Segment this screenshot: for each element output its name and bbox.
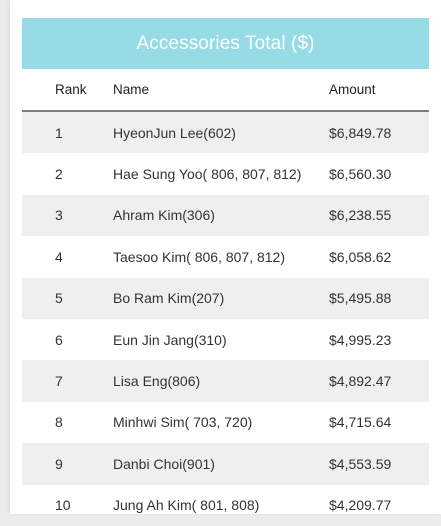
table-row: 10 Jung Ah Kim( 801, 808) $4,209.77 <box>22 485 429 526</box>
column-header-rank: Rank <box>55 82 87 97</box>
table-body: 1 HyeonJun Lee(602) $6,849.78 2 Hae Sung Yoo… <box>22 112 429 526</box>
name-cell: HyeonJun Lee(602) <box>113 124 236 141</box>
rank-cell: 8 <box>55 414 63 431</box>
table-row: 2 Hae Sung Yoo( 806, 807, 812) $6,560.30 <box>22 153 429 194</box>
amount-cell: $5,495.88 <box>329 290 392 307</box>
rank-cell: 6 <box>55 331 63 348</box>
name-cell: Danbi Choi(901) <box>113 455 215 472</box>
rank-cell: 5 <box>55 290 63 307</box>
rank-cell: 1 <box>55 124 63 141</box>
amount-cell: $4,995.23 <box>329 331 392 348</box>
table-title: Accessories Total ($) <box>22 18 429 69</box>
column-header-amount: Amount <box>329 82 376 97</box>
name-cell: Taesoo Kim( 806, 807, 812) <box>113 248 285 265</box>
name-cell: Jung Ah Kim( 801, 808) <box>113 497 260 514</box>
rank-cell: 3 <box>55 207 63 224</box>
table-row: 5 Bo Ram Kim(207) $5,495.88 <box>22 277 429 319</box>
ranking-table: Rank Name Amount 1 HyeonJun Lee(602) $6,84… <box>22 69 429 526</box>
name-cell: Lisa Eng(806) <box>113 373 201 390</box>
name-cell: Minhwi Sim( 703, 720) <box>113 414 253 431</box>
amount-cell: $6,560.30 <box>329 166 392 183</box>
rank-cell: 4 <box>55 248 63 265</box>
rank-cell: 2 <box>55 166 63 183</box>
rank-cell: 7 <box>55 373 63 390</box>
rank-cell: 9 <box>55 455 63 472</box>
table-row: 1 HyeonJun Lee(602) $6,849.78 <box>22 112 429 154</box>
amount-cell: $4,209.77 <box>329 497 392 514</box>
table-row: 7 Lisa Eng(806) $4,892.47 <box>22 360 429 402</box>
amount-cell: $4,892.47 <box>329 373 392 390</box>
rank-cell: 10 <box>55 497 71 514</box>
table-row: 3 Ahram Kim(306) $6,238.55 <box>22 194 429 237</box>
name-cell: Eun Jin Jang(310) <box>113 331 227 348</box>
column-header-name: Name <box>113 82 150 97</box>
amount-cell: $6,849.78 <box>329 124 392 141</box>
table-header-row: Rank Name Amount <box>22 69 429 112</box>
amount-cell: $4,553.59 <box>329 455 392 472</box>
name-cell: Bo Ram Kim(207) <box>113 290 225 307</box>
table-row: 8 Minhwi Sim( 703, 720) $4,715.64 <box>22 402 429 443</box>
table-row: 6 Eun Jin Jang(310) $4,995.23 <box>22 319 429 360</box>
amount-cell: $6,238.55 <box>329 207 392 224</box>
amount-cell: $4,715.64 <box>329 414 392 431</box>
table-row: 4 Taesoo Kim( 806, 807, 812) $6,058.62 <box>22 236 429 277</box>
name-cell: Hae Sung Yoo( 806, 807, 812) <box>113 166 302 183</box>
name-cell: Ahram Kim(306) <box>113 207 215 224</box>
amount-cell: $6,058.62 <box>329 248 392 265</box>
table-row: 9 Danbi Choi(901) $4,553.59 <box>22 443 429 485</box>
